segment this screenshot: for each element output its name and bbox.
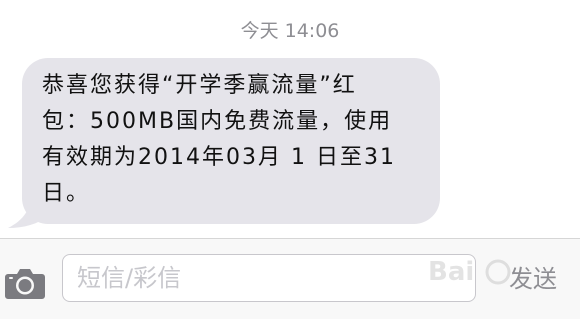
send-button[interactable]: 发送 xyxy=(500,262,566,296)
message-timestamp: 今天 14:06 xyxy=(240,20,340,42)
camera-icon[interactable] xyxy=(4,266,46,300)
message-input-field[interactable] xyxy=(62,254,476,302)
message-text: 恭喜您获得“开学季赢流量”红 包：500MB国内免费流量，使用 有效期为2014… xyxy=(42,73,396,206)
message-input[interactable] xyxy=(63,255,475,301)
